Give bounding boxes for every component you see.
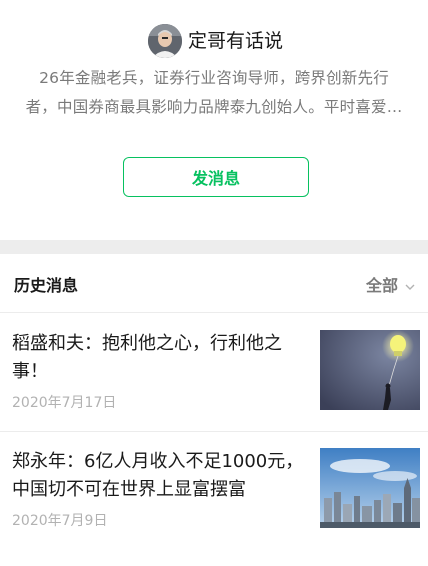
- account-name: 定哥有话说: [188, 30, 284, 52]
- filter-label: 全部: [365, 276, 398, 295]
- divider: [0, 431, 428, 432]
- article-thumbnail[interactable]: [320, 330, 420, 410]
- article-item[interactable]: 郑永年：6亿人月收入不足1000元，中国切不可在世界上显富摆富 2020年7月9…: [0, 448, 428, 566]
- chevron-down-icon: [404, 278, 416, 290]
- bio-line: 26年金融老兵，证券行业咨询导师，跨界创新先行: [39, 69, 389, 87]
- article-title[interactable]: 郑永年：6亿人月收入不足1000元，中国切不可在世界上显富摆富: [12, 448, 304, 504]
- filter-dropdown[interactable]: 全部: [366, 272, 416, 296]
- bio-line: 者，中国券商最具影响力品牌泰九创始人。平时喜爱…: [25, 98, 403, 116]
- article-date: 2020年7月17日: [12, 395, 117, 411]
- lightbulb-balloon-image: [320, 330, 420, 410]
- send-message-button[interactable]: 发消息: [123, 157, 309, 197]
- history-title: 历史消息: [14, 276, 79, 295]
- account-profile: 定哥有话说 26年金融老兵，证券行业咨询导师，跨界创新先行 者，中国券商最具影响…: [0, 0, 428, 240]
- avatar[interactable]: [148, 24, 182, 58]
- article-title[interactable]: 稻盛和夫：抱利他之心，行利他之事！: [12, 330, 304, 386]
- account-bio: 26年金融老兵，证券行业咨询导师，跨界创新先行 者，中国券商最具影响力品牌泰九创…: [20, 64, 408, 122]
- section-divider: [0, 240, 428, 254]
- article-thumbnail[interactable]: [320, 448, 420, 528]
- divider: [0, 312, 428, 313]
- article-date: 2020年7月9日: [12, 513, 108, 529]
- city-skyline-image: [320, 448, 420, 528]
- history-header: 历史消息 全部: [0, 254, 428, 312]
